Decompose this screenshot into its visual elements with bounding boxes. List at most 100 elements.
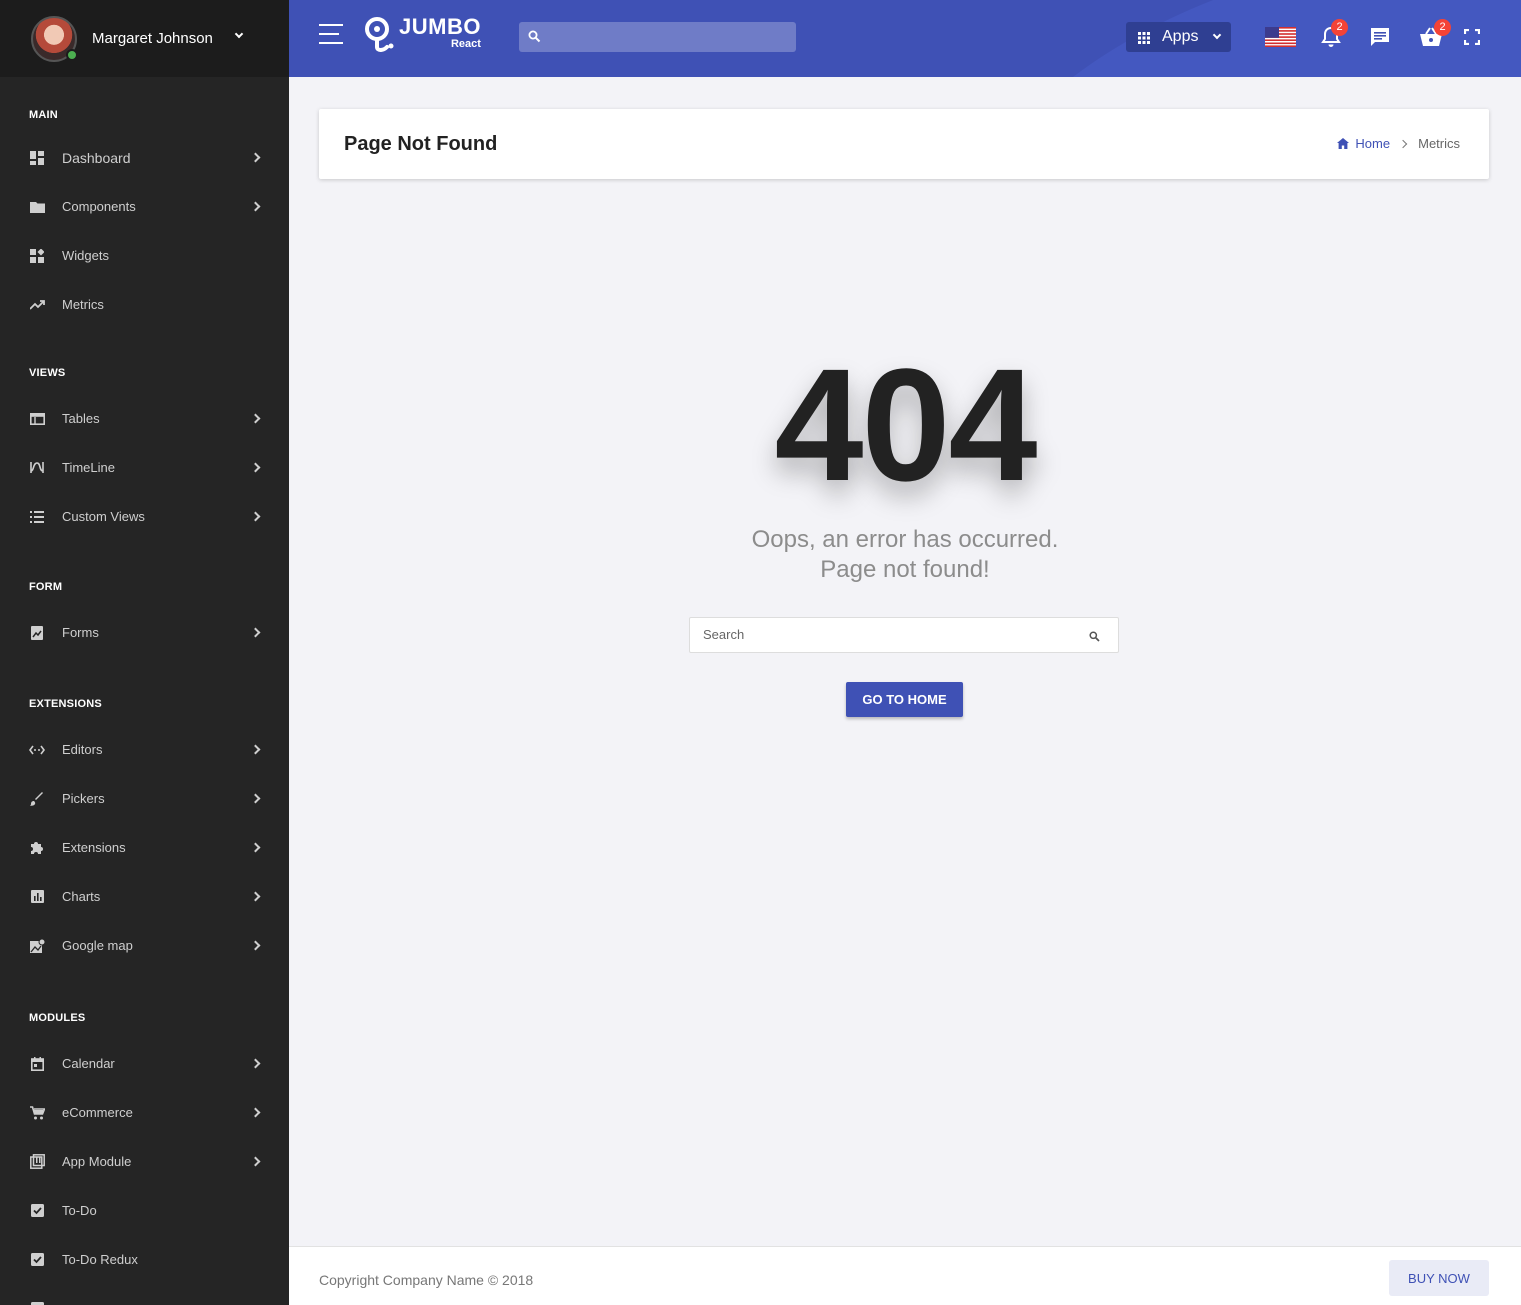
cart-badge: 2 <box>1434 19 1451 36</box>
apps-label: Apps <box>1162 28 1199 45</box>
chevron-right-icon <box>250 201 261 212</box>
logo-text: JUMBO React <box>399 16 481 50</box>
sidebar-item-dashboard[interactable]: Dashboard <box>0 133 289 182</box>
sidebar-item-custom-views[interactable]: Custom Views <box>0 492 289 541</box>
section-title-modules: MODULES <box>29 1012 86 1024</box>
sidebar-item-todo[interactable]: To-Do <box>0 1186 289 1235</box>
cart-icon <box>29 1105 45 1121</box>
footer: Copyright Company Name © 2018 BUY NOW <box>289 1246 1521 1305</box>
sidebar-item-label: Components <box>62 199 136 214</box>
widgets-icon <box>29 248 45 264</box>
cart-button[interactable]: 2 <box>1419 19 1451 48</box>
sidebar-item-label: Pickers <box>62 791 105 806</box>
sidebar-item-label: Editors <box>62 742 103 757</box>
sidebar-item-widgets[interactable]: Widgets <box>0 231 289 280</box>
copyright-text: Copyright Company Name © 2018 <box>319 1272 534 1288</box>
dashboard-icon <box>29 150 45 166</box>
sidebar-item-label: Google map <box>62 938 133 953</box>
sidebar-item-label: Charts <box>62 889 101 904</box>
list-icon <box>29 509 45 525</box>
section-title-form: FORM <box>29 581 63 593</box>
sidebar-item-label: eCommerce <box>62 1105 133 1120</box>
breadcrumb-current: Metrics <box>1418 136 1460 151</box>
sidebar-item-pickers[interactable]: Pickers <box>0 774 289 823</box>
sidebar-item-ecommerce[interactable]: eCommerce <box>0 1088 289 1137</box>
menu-toggle-icon[interactable] <box>319 24 343 44</box>
sidebar-item-components[interactable]: Components <box>0 182 289 231</box>
section-title-main: MAIN <box>29 109 58 121</box>
section-title-views: VIEWS <box>29 367 66 379</box>
chevron-right-icon <box>250 744 261 755</box>
error-message: Oops, an error has occurred. Page not fo… <box>650 525 1160 585</box>
sidebar-item-todo-redux[interactable]: To-Do Redux <box>0 1235 289 1284</box>
sidebar-item-partial[interactable] <box>0 1284 289 1305</box>
online-status-dot <box>66 48 78 61</box>
chevron-right-icon <box>250 1058 261 1069</box>
chevron-right-icon <box>250 793 261 804</box>
sidebar-item-metrics[interactable]: Metrics <box>0 280 289 329</box>
notification-badge: 2 <box>1331 19 1348 36</box>
avatar[interactable] <box>31 15 78 62</box>
chevron-right-icon <box>250 462 261 473</box>
chevron-right-icon <box>1398 139 1408 148</box>
breadcrumb-home-link[interactable]: Home <box>1337 136 1390 151</box>
sidebar-item-label: Extensions <box>62 840 126 855</box>
chevron-down-icon[interactable] <box>234 29 244 39</box>
user-panel[interactable]: Margaret Johnson <box>0 0 289 77</box>
code-icon <box>29 742 45 758</box>
chevron-right-icon <box>250 891 261 902</box>
sidebar-item-label: Metrics <box>62 297 104 312</box>
error-message-line2: Page not found! <box>820 556 990 583</box>
chevron-right-icon <box>250 940 261 951</box>
logo[interactable]: JUMBO React <box>363 16 481 52</box>
chevron-right-icon <box>250 511 261 522</box>
chevron-down-icon <box>1212 30 1222 40</box>
header-search-input[interactable] <box>519 22 796 52</box>
sidebar-item-extensions[interactable]: Extensions <box>0 823 289 872</box>
sidebar-item-forms[interactable]: Forms <box>0 608 289 657</box>
breadcrumb-home-label: Home <box>1355 136 1391 151</box>
logo-icon <box>363 16 395 52</box>
fullscreen-icon[interactable] <box>1463 26 1486 48</box>
search-icon[interactable] <box>1089 629 1100 647</box>
sidebar-item-charts[interactable]: Charts <box>0 872 289 921</box>
page-header-card: Page Not Found Home Metrics <box>319 109 1489 179</box>
sidebar-item-timeline[interactable]: TimeLine <box>0 443 289 492</box>
bar-chart-icon <box>29 889 45 905</box>
error-code: 404 <box>774 335 1038 514</box>
chevron-right-icon <box>250 1107 261 1118</box>
mail-icon <box>29 1301 45 1305</box>
checkbox-icon <box>29 1203 45 1219</box>
sidebar-item-label: Calendar <box>62 1056 115 1071</box>
map-icon <box>29 938 45 954</box>
apps-dropdown[interactable]: Apps <box>1126 22 1231 52</box>
buy-now-button[interactable]: BUY NOW <box>1389 1260 1489 1296</box>
us-flag-icon[interactable] <box>1265 27 1296 47</box>
sidebar-item-label: Custom Views <box>62 509 145 524</box>
brush-icon <box>29 791 45 807</box>
sidebar-item-app-module[interactable]: App Module <box>0 1137 289 1186</box>
chevron-right-icon <box>250 627 261 638</box>
puzzle-icon <box>29 840 45 856</box>
home-icon <box>1337 138 1350 149</box>
sidebar-item-google-map[interactable]: Google map <box>0 921 289 970</box>
sidebar-item-label: Tables <box>62 411 100 426</box>
error-message-line1: Oops, an error has occurred. <box>751 526 1059 553</box>
page-title: Page Not Found <box>344 133 498 155</box>
calendar-icon <box>29 1056 45 1072</box>
messages-button[interactable] <box>1369 26 1391 48</box>
go-to-home-button[interactable]: GO TO HOME <box>846 682 963 717</box>
sidebar-item-calendar[interactable]: Calendar <box>0 1039 289 1088</box>
sidebar-item-editors[interactable]: Editors <box>0 725 289 774</box>
error-search-input[interactable] <box>703 627 1073 642</box>
timeline-icon <box>29 460 45 476</box>
sidebar-item-tables[interactable]: Tables <box>0 394 289 443</box>
sidebar-item-label: TimeLine <box>62 460 115 475</box>
checkbox-icon <box>29 1252 45 1268</box>
chevron-right-icon <box>250 1156 261 1167</box>
notifications-button[interactable]: 2 <box>1321 19 1348 48</box>
apps-grid-icon <box>1138 31 1150 44</box>
sidebar-item-label: To-Do <box>62 1203 97 1218</box>
chat-icon <box>1371 28 1389 46</box>
form-icon <box>29 625 45 641</box>
